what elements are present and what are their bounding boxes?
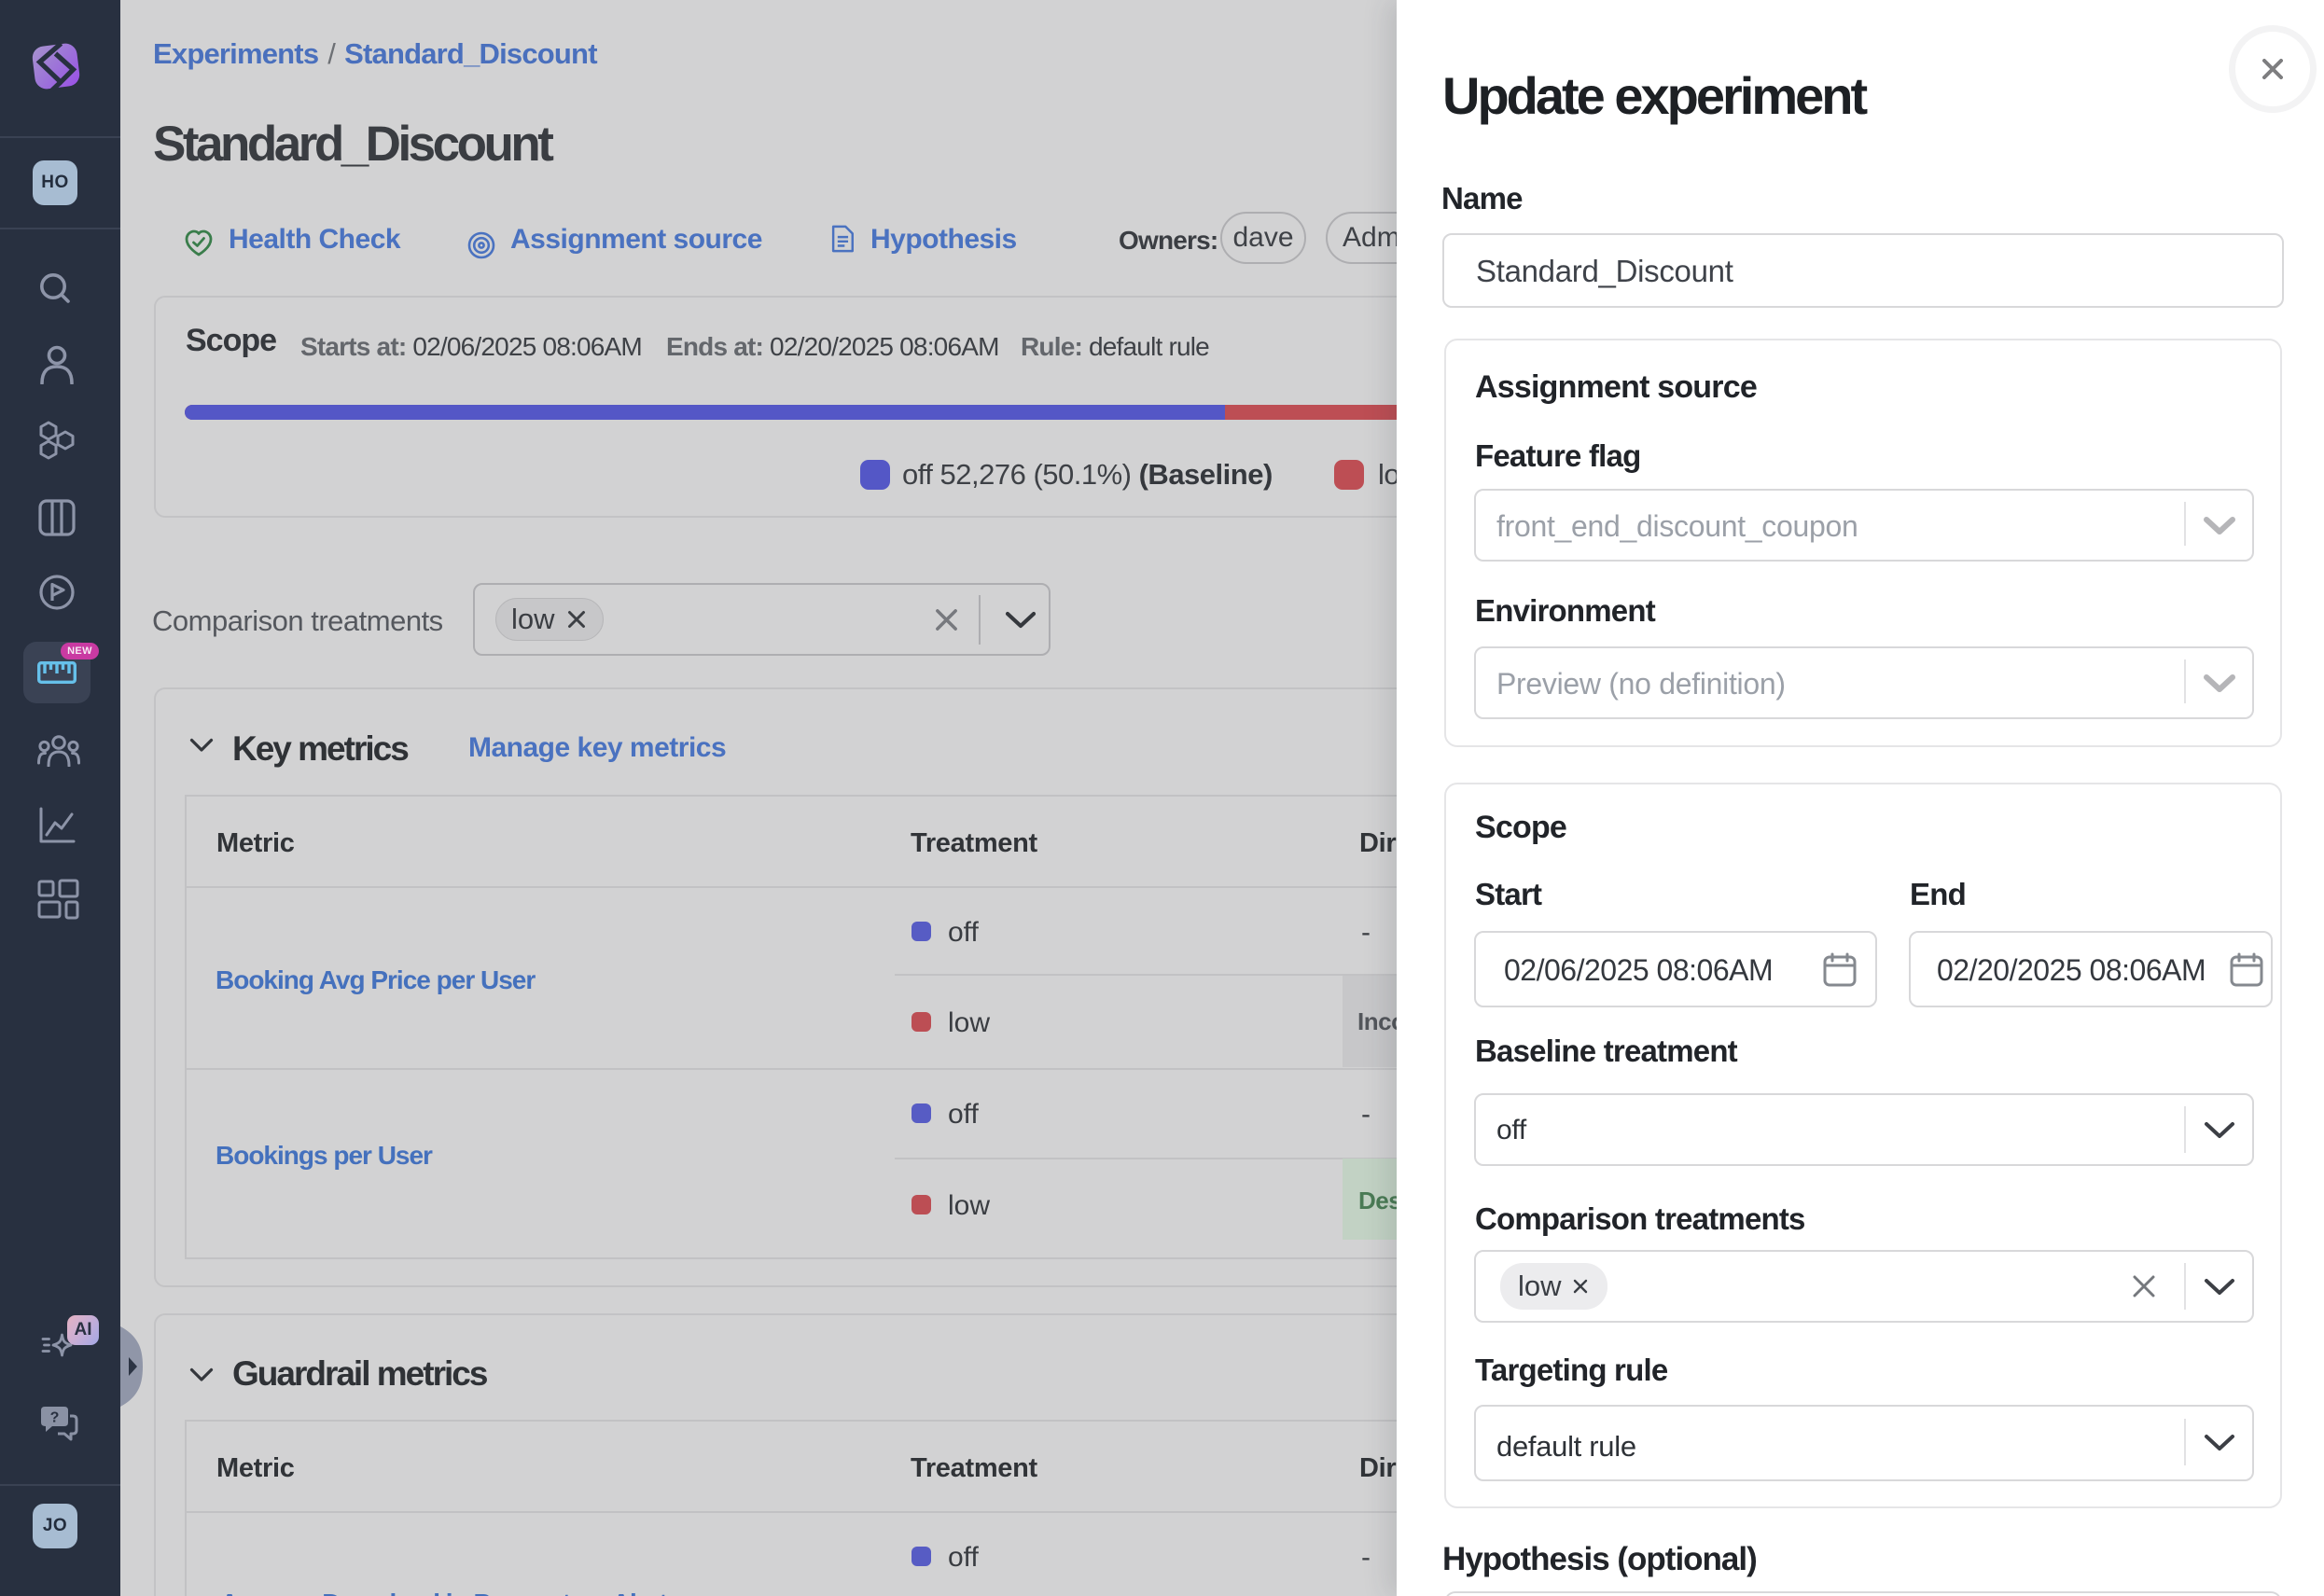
svg-text:?: ? bbox=[50, 1410, 60, 1426]
